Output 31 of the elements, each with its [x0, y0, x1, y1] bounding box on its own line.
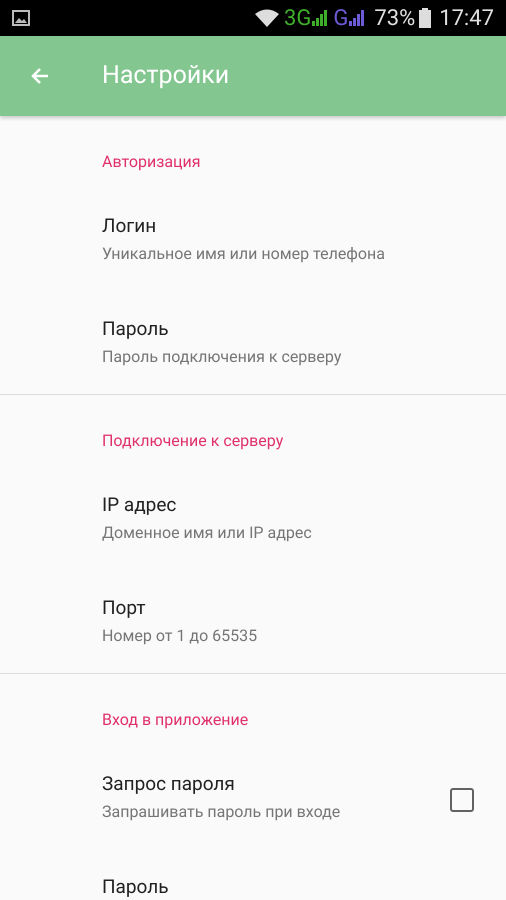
section-header: Подключение к серверу: [102, 431, 284, 451]
settings-item[interactable]: Пароль: [0, 849, 506, 900]
item-subtitle: Пароль подключения к серверу: [102, 347, 342, 367]
section-header: Вход в приложение: [102, 710, 250, 730]
image-icon: [12, 10, 30, 26]
item-subtitle: Запрашивать пароль при входе: [102, 802, 342, 822]
settings-item[interactable]: Запрос пароля Запрашивать пароль при входе: [0, 746, 506, 849]
settings-item[interactable]: Логин Уникальное имя или номер телефона: [0, 188, 506, 291]
settings-item[interactable]: Пароль Пароль подключения к серверу: [0, 291, 506, 394]
item-title: Порт: [102, 595, 146, 621]
window-title: Настройки: [102, 60, 230, 92]
network-label: 3G: [284, 4, 312, 32]
item-subtitle: Доменное имя или IP адрес: [102, 523, 313, 543]
settings-item[interactable]: IP адрес Доменное имя или IP адрес: [0, 467, 506, 570]
item-title: Пароль: [102, 316, 170, 342]
item-title: Запрос пароля: [102, 771, 236, 797]
item-subtitle: Уникальное имя или номер телефона: [102, 244, 386, 264]
signal-icon: [348, 10, 366, 26]
item-title: Логин: [102, 213, 158, 239]
clock: 17:47: [439, 4, 494, 32]
section-header: Авторизация: [102, 152, 202, 172]
item-title: IP адрес: [102, 492, 178, 518]
item-subtitle: Номер от 1 до 65535: [102, 626, 258, 646]
item-title: Пароль: [102, 874, 170, 900]
settings-item[interactable]: Порт Номер от 1 до 65535: [0, 570, 506, 673]
network-label: G: [333, 4, 348, 32]
checkbox[interactable]: [450, 788, 474, 812]
battery-icon: [419, 8, 432, 28]
signal-icon: [311, 10, 330, 26]
battery-percent: 73%: [374, 4, 416, 32]
wifi-icon: [254, 8, 280, 28]
